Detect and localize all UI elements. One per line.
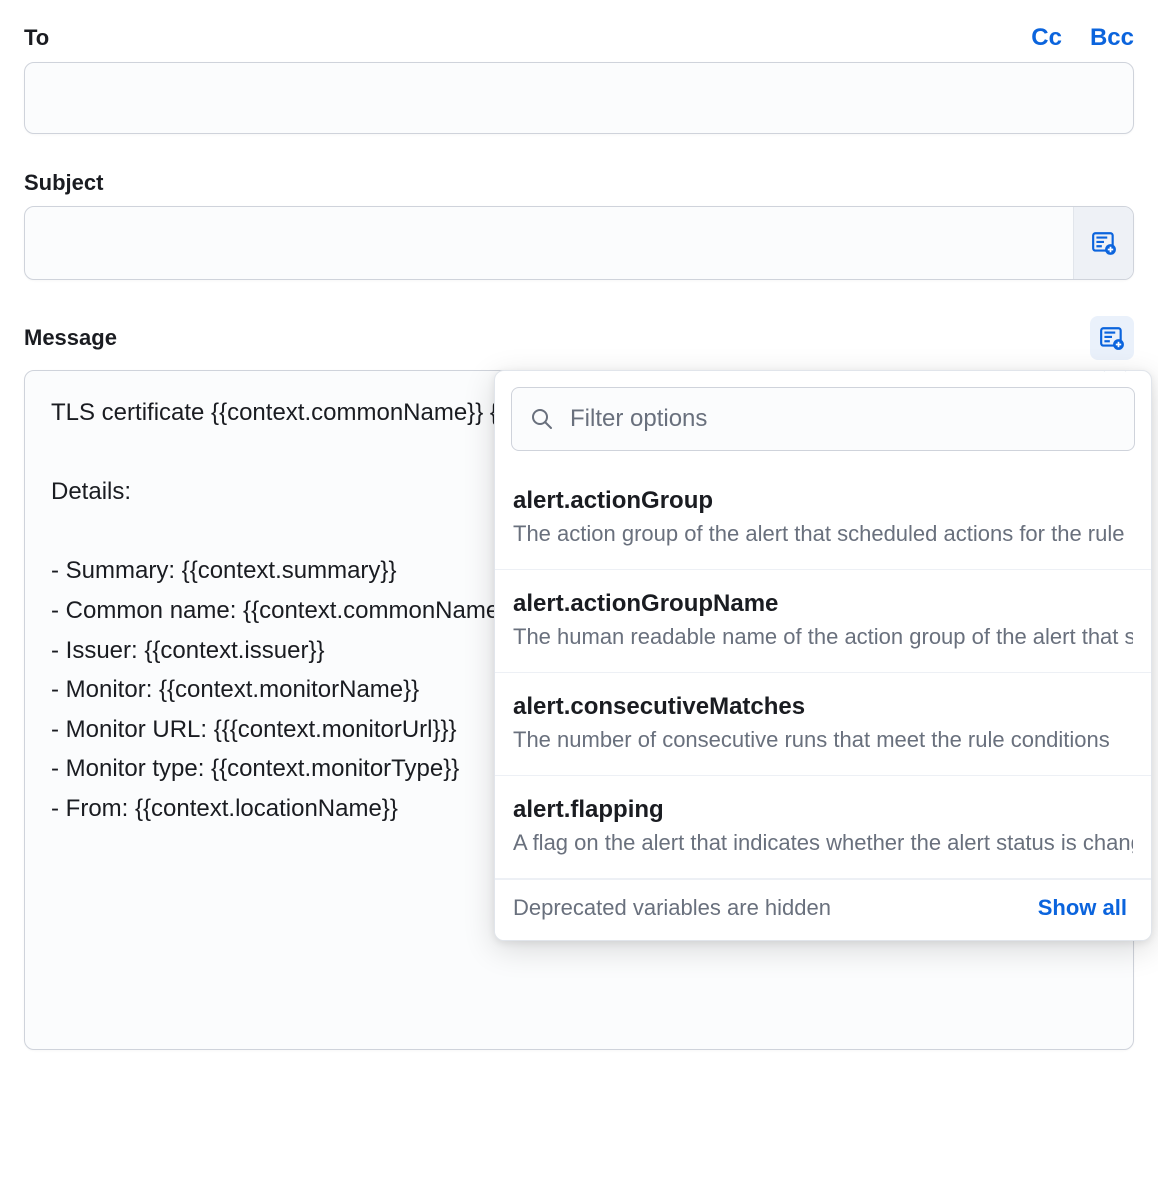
- filter-search-box[interactable]: [511, 387, 1135, 451]
- variable-option-desc: The number of consecutive runs that meet…: [513, 727, 1133, 753]
- search-icon: [530, 407, 554, 431]
- bcc-button[interactable]: Bcc: [1090, 24, 1134, 52]
- message-label: Message: [24, 325, 117, 351]
- variable-option-list: alert.actionGroup The action group of th…: [495, 467, 1151, 879]
- variable-option[interactable]: alert.consecutiveMatches The number of c…: [495, 673, 1151, 776]
- show-all-button[interactable]: Show all: [1032, 894, 1133, 922]
- deprecated-note: Deprecated variables are hidden: [513, 895, 831, 921]
- variable-option-desc: A flag on the alert that indicates wheth…: [513, 830, 1133, 856]
- subject-input[interactable]: [25, 207, 1073, 279]
- to-input[interactable]: [24, 62, 1134, 134]
- variable-option[interactable]: alert.actionGroup The action group of th…: [495, 467, 1151, 570]
- insert-variable-subject-button[interactable]: [1073, 207, 1133, 279]
- filter-input[interactable]: [568, 404, 1116, 434]
- variable-option-name: alert.actionGroup: [513, 487, 1133, 515]
- variable-option-desc: The human readable name of the action gr…: [513, 624, 1133, 650]
- insert-variable-message-button[interactable]: [1090, 316, 1134, 360]
- to-label: To: [24, 25, 49, 51]
- add-variable-icon: [1091, 230, 1117, 256]
- variable-option-name: alert.consecutiveMatches: [513, 693, 1133, 721]
- subject-label: Subject: [24, 170, 103, 196]
- variable-option[interactable]: alert.actionGroupName The human readable…: [495, 570, 1151, 673]
- variable-popover: alert.actionGroup The action group of th…: [494, 370, 1152, 941]
- cc-button[interactable]: Cc: [1031, 24, 1062, 52]
- variable-option-name: alert.actionGroupName: [513, 590, 1133, 618]
- add-variable-icon: [1099, 325, 1125, 351]
- variable-option-name: alert.flapping: [513, 796, 1133, 824]
- variable-option-desc: The action group of the alert that sched…: [513, 521, 1133, 547]
- variable-option[interactable]: alert.flapping A flag on the alert that …: [495, 776, 1151, 879]
